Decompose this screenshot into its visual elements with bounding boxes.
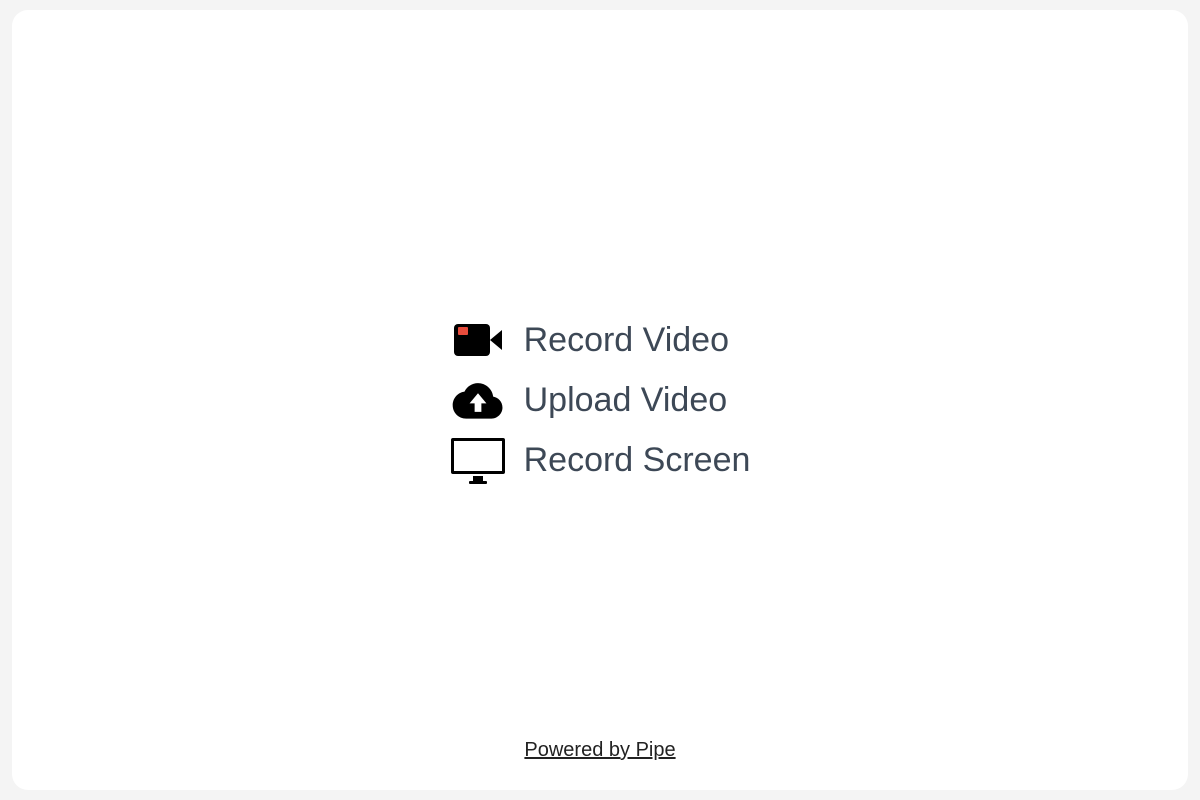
record-screen-button[interactable]: Record Screen <box>450 440 751 480</box>
recorder-options: Record Video Upload Video Record Screen <box>450 320 751 480</box>
recorder-panel: Record Video Upload Video Record Screen <box>12 10 1188 790</box>
upload-video-button[interactable]: Upload Video <box>450 380 728 420</box>
cloud-upload-icon <box>450 380 506 420</box>
powered-by-link[interactable]: Powered by Pipe <box>524 739 675 762</box>
video-camera-icon <box>450 320 506 360</box>
record-video-button[interactable]: Record Video <box>450 320 729 360</box>
record-screen-label: Record Screen <box>524 441 751 480</box>
monitor-icon <box>450 440 506 480</box>
record-video-label: Record Video <box>524 321 729 360</box>
upload-video-label: Upload Video <box>524 381 728 420</box>
